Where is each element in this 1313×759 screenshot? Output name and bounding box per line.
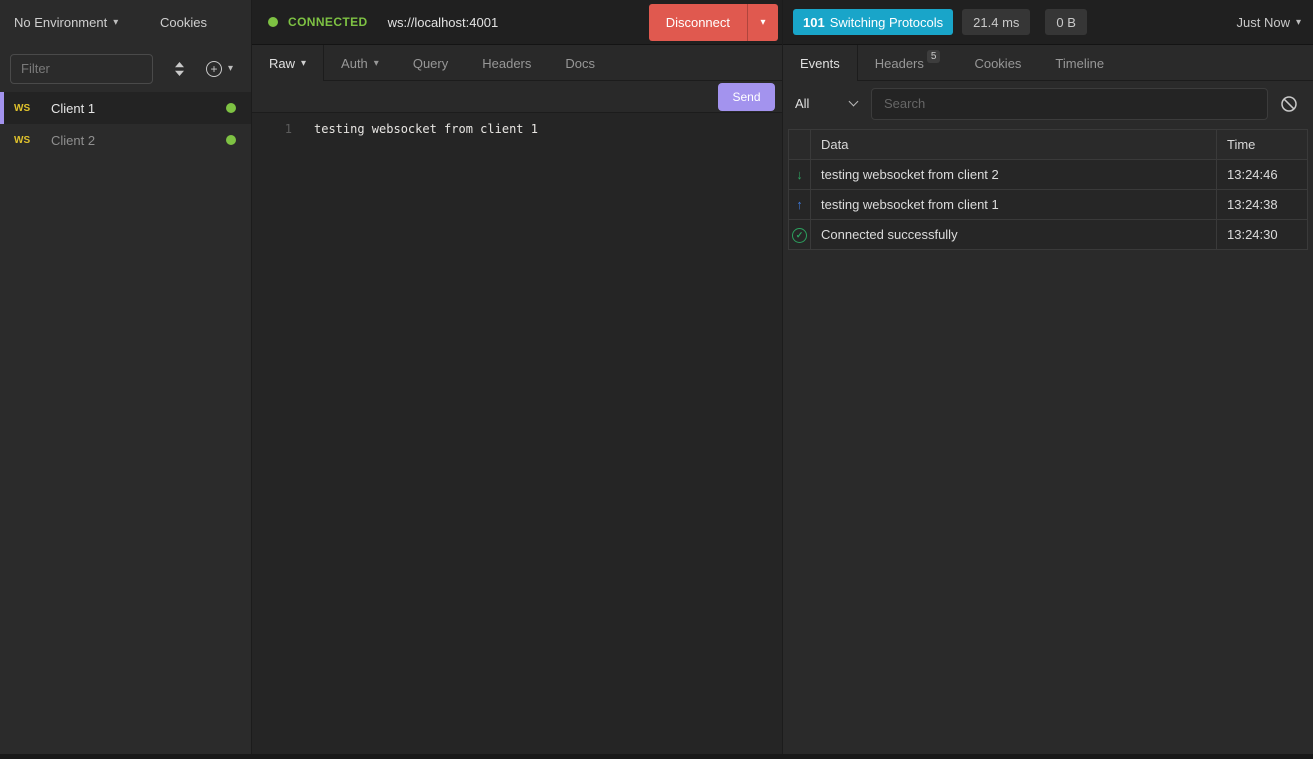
ws-method-badge: WS <box>14 135 38 146</box>
tab-query[interactable]: Query <box>396 45 465 81</box>
tab-timeline-label: Timeline <box>1055 56 1104 71</box>
disconnect-button-group: Disconnect ▾ <box>649 4 778 41</box>
event-type-select[interactable]: All <box>793 88 865 120</box>
sort-button[interactable] <box>174 61 185 77</box>
check-circle-icon: ✓ <box>792 228 807 243</box>
connection-active-dot <box>226 135 236 145</box>
connected-status-dot <box>268 17 278 27</box>
send-button[interactable]: Send <box>718 83 775 111</box>
events-table: Data Time ↓ testing websocket from clien… <box>788 129 1308 250</box>
add-request-button[interactable]: + ▾ <box>206 61 233 77</box>
events-table-header: Data Time <box>789 130 1308 160</box>
request-name: Client 2 <box>51 133 226 148</box>
window-bottom-edge <box>0 754 1313 759</box>
response-time-badge: 21.4 ms <box>962 9 1030 35</box>
line-number: 1 <box>252 120 292 138</box>
tab-headers[interactable]: Headers <box>465 45 548 81</box>
request-name: Client 1 <box>51 101 226 116</box>
environment-label: No Environment <box>14 15 107 30</box>
recency-label: Just Now <box>1237 15 1290 30</box>
connection-status-label: CONNECTED <box>288 15 368 29</box>
event-time: 13:24:30 <box>1217 220 1308 250</box>
chevron-down-icon <box>849 97 859 107</box>
request-item-client-2[interactable]: WS Client 2 <box>0 124 251 156</box>
chevron-down-icon: ▾ <box>1296 17 1301 28</box>
tab-docs[interactable]: Docs <box>548 45 612 81</box>
tab-auth-label: Auth <box>341 56 368 71</box>
sidebar-filter-row: + ▾ <box>0 45 251 92</box>
plus-circle-icon: + <box>206 61 222 77</box>
event-row[interactable]: ✓ Connected successfully 13:24:30 <box>789 220 1308 250</box>
tab-events-label: Events <box>800 56 840 71</box>
event-row[interactable]: ↑ testing websocket from client 1 13:24:… <box>789 190 1308 220</box>
event-data: testing websocket from client 2 <box>811 160 1217 190</box>
event-search-input[interactable] <box>871 88 1268 120</box>
sidebar-header: No Environment ▾ Cookies <box>0 0 251 45</box>
message-editor[interactable]: 1 testing websocket from client 1 <box>252 113 782 754</box>
event-time: 13:24:46 <box>1217 160 1308 190</box>
event-data: testing websocket from client 1 <box>811 190 1217 220</box>
chevron-down-icon: ▾ <box>301 58 306 69</box>
sort-icon <box>174 61 185 77</box>
headers-count-badge: 5 <box>927 50 941 63</box>
tab-raw-label: Raw <box>269 56 295 71</box>
tab-response-headers[interactable]: Headers 5 <box>858 45 958 81</box>
tab-timeline[interactable]: Timeline <box>1038 45 1121 81</box>
disconnect-button[interactable]: Disconnect <box>649 4 747 41</box>
disconnect-label: Disconnect <box>666 15 730 30</box>
sidebar: No Environment ▾ Cookies + ▾ WS <box>0 0 251 754</box>
time-column-header: Time <box>1217 130 1308 160</box>
chevron-down-icon: ▾ <box>113 17 118 28</box>
tab-cookies-label: Cookies <box>974 56 1021 71</box>
cookies-button[interactable]: Cookies <box>160 15 207 30</box>
disconnect-options-button[interactable]: ▾ <box>747 4 778 41</box>
icon-column-header <box>789 130 811 160</box>
editor-content: testing websocket from client 1 <box>314 120 538 138</box>
editor-toolbar: Send <box>252 81 782 113</box>
event-filter-row: All <box>783 81 1313 126</box>
data-column-header: Data <box>811 130 1217 160</box>
tab-query-label: Query <box>413 56 448 71</box>
message-received-icon: ↓ <box>796 167 803 182</box>
status-text: Switching Protocols <box>830 15 943 30</box>
filter-input[interactable] <box>10 54 153 84</box>
event-type-value: All <box>795 96 809 111</box>
url-bar: CONNECTED ws://localhost:4001 Disconnect… <box>252 0 782 45</box>
response-size-badge: 0 B <box>1045 9 1087 35</box>
tab-docs-label: Docs <box>565 56 595 71</box>
request-list: WS Client 1 WS Client 2 <box>0 92 251 156</box>
chevron-down-icon: ▾ <box>760 17 765 28</box>
editor-line: 1 testing websocket from client 1 <box>252 120 782 138</box>
app-window: No Environment ▾ Cookies + ▾ WS <box>0 0 1313 754</box>
tab-raw[interactable]: Raw ▾ <box>252 45 324 81</box>
response-pane: 101 Switching Protocols 21.4 ms 0 B Just… <box>783 0 1313 754</box>
event-time: 13:24:38 <box>1217 190 1308 220</box>
tab-events[interactable]: Events <box>783 45 858 81</box>
tab-auth[interactable]: Auth ▾ <box>324 45 396 81</box>
event-data: Connected successfully <box>811 220 1217 250</box>
tab-headers-label: Headers <box>482 56 531 71</box>
response-history-dropdown[interactable]: Just Now ▾ <box>1237 15 1302 30</box>
request-pane: CONNECTED ws://localhost:4001 Disconnect… <box>252 0 782 754</box>
tab-cookies[interactable]: Cookies <box>957 45 1038 81</box>
clear-events-button[interactable] <box>1280 95 1298 113</box>
chevron-down-icon: ▾ <box>228 63 233 74</box>
environment-selector[interactable]: No Environment ▾ <box>14 15 118 30</box>
event-row[interactable]: ↓ testing websocket from client 2 13:24:… <box>789 160 1308 190</box>
response-tabbar: Events Headers 5 Cookies Timeline <box>783 45 1313 81</box>
tab-response-headers-label: Headers <box>875 56 924 71</box>
ws-method-badge: WS <box>14 103 38 114</box>
message-sent-icon: ↑ <box>796 197 803 212</box>
request-tabbar: Raw ▾ Auth ▾ Query Headers Docs <box>252 45 782 81</box>
ban-icon <box>1280 95 1298 113</box>
websocket-url[interactable]: ws://localhost:4001 <box>388 15 499 30</box>
status-code-badge: 101 Switching Protocols <box>793 9 953 35</box>
status-code: 101 <box>803 15 825 30</box>
request-item-client-1[interactable]: WS Client 1 <box>0 92 251 124</box>
connection-active-dot <box>226 103 236 113</box>
response-status-bar: 101 Switching Protocols 21.4 ms 0 B Just… <box>783 0 1313 45</box>
chevron-down-icon: ▾ <box>374 58 379 69</box>
